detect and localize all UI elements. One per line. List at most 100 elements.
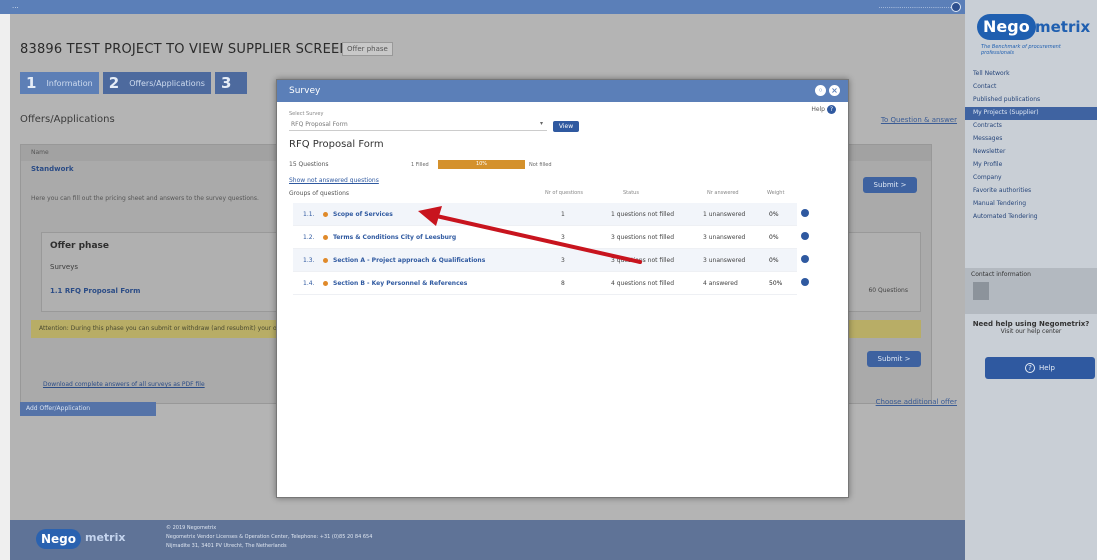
add-offer-button[interactable]: Add Offer/Application [20, 402, 156, 416]
side-menu-item[interactable]: Company [965, 172, 1097, 185]
col-header-weight: Weight [767, 190, 785, 196]
project-title: 83896 TEST PROJECT TO VIEW SUPPLIER SCRE… [20, 42, 358, 57]
group-question-count: 8 [561, 280, 565, 287]
side-menu-item[interactable]: Contact [965, 81, 1097, 94]
footer-logo-text: metrix [85, 531, 126, 544]
progress-fill: 10% [438, 160, 525, 169]
chevron-down-icon: ▾ [539, 120, 543, 127]
modal-window-buttons: ◦ × [815, 85, 840, 96]
side-menu-item[interactable]: Published publications [965, 94, 1097, 107]
step-tab-1[interactable]: 1 Information [20, 72, 99, 94]
negometrix-logo[interactable]: Nego metrix The Benchmark of procurement… [973, 10, 1093, 56]
group-percent: 0% [769, 257, 779, 264]
top-bar-right-text: ........................................… [878, 3, 957, 10]
choose-offer-link[interactable]: Choose additional offer [876, 398, 957, 406]
help-button[interactable]: ? Help [985, 357, 1095, 379]
status-dot-icon [323, 281, 328, 286]
top-bar-title: ... [12, 2, 19, 10]
step-tab-2[interactable]: 2 Offers/Applications [102, 72, 211, 94]
step-number: 2 [108, 74, 120, 92]
help-link[interactable]: Help ? [811, 105, 836, 114]
standwork-link[interactable]: Standwork [31, 165, 74, 173]
side-menu-item-active[interactable]: My Projects (Supplier) [965, 107, 1097, 120]
group-percent: 0% [769, 211, 779, 218]
group-status: 3 questions not filled [611, 234, 675, 241]
group-name[interactable]: Terms & Conditions City of Leesburg [333, 234, 456, 241]
offer-phase-title: Offer phase [50, 241, 110, 251]
open-group-icon[interactable] [801, 232, 809, 240]
step-tab-3[interactable]: 3 [214, 72, 248, 94]
question-icon: ? [827, 105, 836, 114]
group-answered: 3 unanswered [703, 234, 746, 241]
show-not-answered-link[interactable]: Show not answered questions [289, 177, 379, 184]
close-icon[interactable]: × [829, 85, 840, 96]
side-menu-item[interactable]: Newsletter [965, 146, 1097, 159]
select-survey-label: Select Survey [289, 111, 324, 117]
group-percent: 0% [769, 234, 779, 241]
restore-icon[interactable]: ◦ [815, 85, 826, 96]
contact-card-header: Contact information [971, 271, 1031, 278]
footer-address: Nijmadite 31, 3401 PV Utrecht, The Nethe… [166, 543, 287, 549]
side-menu-item[interactable]: My Profile [965, 159, 1097, 172]
download-pdf-link[interactable]: Download complete answers of all surveys… [43, 381, 205, 388]
help-section: Need help using Negometrix? Visit our he… [965, 320, 1097, 335]
status-dot-icon [323, 258, 328, 263]
side-menu-item[interactable]: Contracts [965, 120, 1097, 133]
side-menu-item[interactable]: Messages [965, 133, 1097, 146]
status-dot-icon [323, 235, 328, 240]
contact-card: Contact information [965, 268, 1097, 314]
question-answer-link[interactable]: To Question & answer [881, 116, 957, 124]
question-group-row[interactable]: 1.4. Section B - Key Personnel & Referen… [293, 272, 809, 295]
modal-title: Survey [289, 86, 321, 96]
footer-info: © 2019 Negometrix Negometrix Vendor Lice… [166, 524, 372, 551]
survey-select[interactable]: RFQ Proposal Form ▾ [289, 119, 547, 131]
step-label: Offers/Applications [129, 78, 205, 88]
view-button[interactable]: View [553, 121, 579, 132]
modal-header: Survey ◦ × [277, 80, 848, 102]
group-status: 3 questions not filled [611, 257, 675, 264]
open-group-icon[interactable] [801, 209, 809, 217]
top-bar: ... ....................................… [0, 0, 1097, 14]
side-menu-item[interactable]: Automated Tendering [965, 211, 1097, 224]
question-group-row[interactable]: 1.2. Terms & Conditions City of Leesburg… [293, 226, 809, 249]
step-label: Information [46, 78, 93, 88]
group-answered: 4 answered [703, 280, 738, 287]
col-header-answered: Nr answered [707, 190, 739, 196]
footer-contact: Negometrix Vendor Licenses & Operation C… [166, 534, 373, 540]
group-name[interactable]: Section A - Project approach & Qualifica… [333, 257, 485, 264]
logo-mark: Nego [977, 14, 1036, 40]
question-group-row[interactable]: 1.1. Scope of Services 1 1 questions not… [293, 203, 809, 226]
open-group-icon[interactable] [801, 255, 809, 263]
col-header-questions: Nr of questions [545, 190, 584, 196]
group-question-count: 1 [561, 211, 565, 218]
group-status: 1 questions not filled [611, 211, 675, 218]
submit-button[interactable]: Submit > [863, 177, 917, 193]
phase-badge: Offer phase [342, 42, 393, 56]
not-filled-label: Not filled [529, 162, 552, 168]
status-dot-icon [323, 212, 328, 217]
group-question-count: 3 [561, 257, 565, 264]
survey-modal: Survey ◦ × Select Survey RFQ Proposal Fo… [276, 79, 849, 498]
help-title: Need help using Negometrix? [972, 320, 1090, 328]
side-menu: Tell Network Contact Published publicati… [965, 68, 1097, 224]
group-name[interactable]: Section B - Key Personnel & References [333, 280, 467, 287]
surveys-label: Surveys [50, 263, 78, 271]
globe-icon[interactable] [951, 2, 961, 12]
col-header-status: Status [623, 190, 639, 196]
group-status: 4 questions not filled [611, 280, 675, 287]
submit-button-2[interactable]: Submit > [867, 351, 921, 367]
group-number: 1.2. [303, 234, 315, 241]
offers-description: Here you can fill out the pricing sheet … [31, 195, 259, 202]
question-group-row[interactable]: 1.3. Section A - Project approach & Qual… [293, 249, 809, 272]
group-name[interactable]: Scope of Services [333, 211, 393, 218]
survey-select-value: RFQ Proposal Form [291, 121, 348, 128]
side-menu-item[interactable]: Tell Network [965, 68, 1097, 81]
side-menu-item[interactable]: Favorite authorities [965, 185, 1097, 198]
right-sidebar: Nego metrix The Benchmark of procurement… [965, 0, 1097, 560]
open-group-icon[interactable] [801, 278, 809, 286]
question-count: 15 Questions [289, 161, 329, 168]
help-subtitle: Visit our help center [1000, 328, 1062, 335]
question-groups-list: 1.1. Scope of Services 1 1 questions not… [293, 203, 809, 295]
side-menu-item[interactable]: Manual Tendering [965, 198, 1097, 211]
survey-link[interactable]: 1.1 RFQ Proposal Form [50, 287, 140, 295]
